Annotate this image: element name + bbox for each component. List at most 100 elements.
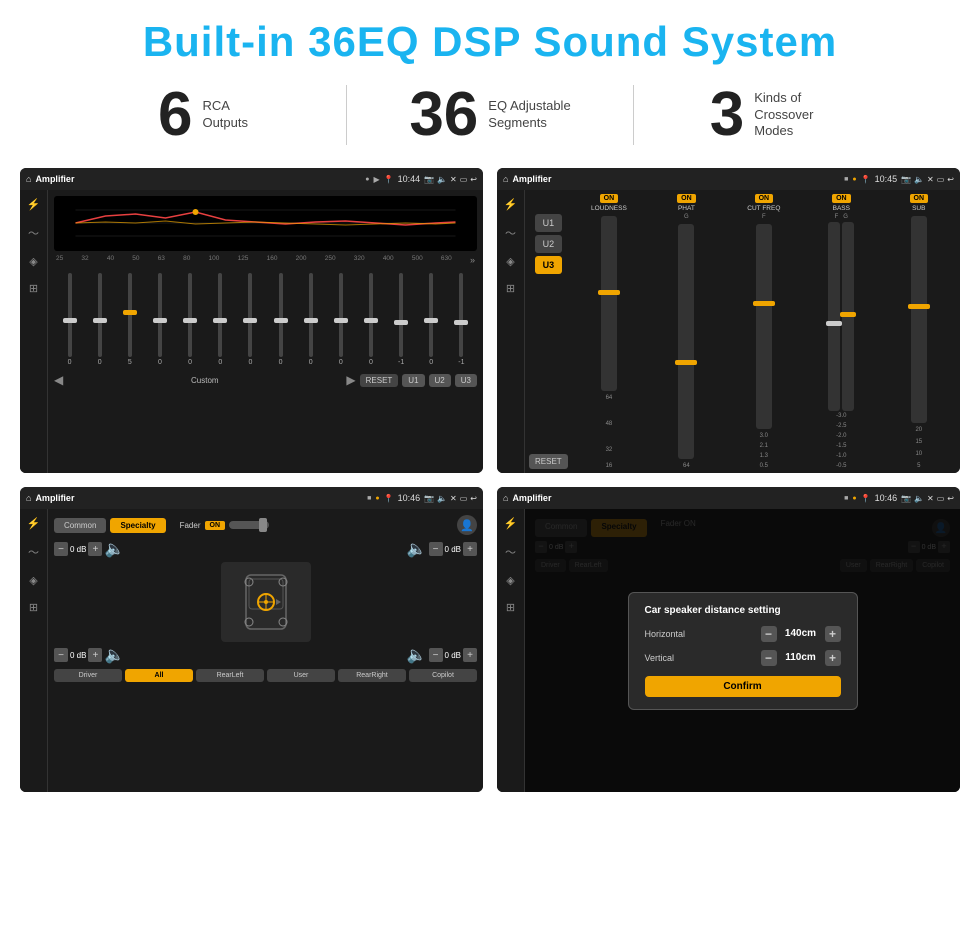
expand-icon[interactable]: ⊞ xyxy=(29,282,38,295)
screen4-topbar: ⌂ Amplifier ■ ● 📍 10:46 📷 🔈 ✕ ▭ ↩ xyxy=(497,487,960,509)
screen2-dot: ■ xyxy=(844,176,848,183)
slider-7[interactable]: 0 xyxy=(237,271,264,366)
u1-adv[interactable]: U1 xyxy=(535,214,563,232)
wave-icon-4[interactable]: 〜 xyxy=(505,544,516,560)
screen-eq: ⌂ Amplifier ● ▶ 📍 10:44 📷 🔈 ✕ ▭ ↩ ⚡ 〜 ◈ … xyxy=(20,168,483,473)
camera-icon-4: 📷 xyxy=(901,494,911,503)
screen3-main-area: Common Specialty Fader ON 👤 − 0 dB + xyxy=(48,509,483,792)
dialog-horizontal-plus[interactable]: + xyxy=(825,626,841,642)
back-icon[interactable]: ↩ xyxy=(470,175,477,184)
channels-area: ON LOUDNESS 64483216 ON PH xyxy=(572,194,956,469)
u2-button[interactable]: U2 xyxy=(429,374,451,387)
prev-button[interactable]: ◀ xyxy=(54,373,63,387)
loudness-on: ON xyxy=(600,194,619,203)
dialog-vertical-plus[interactable]: + xyxy=(825,650,841,666)
speaker-icon-3[interactable]: ◈ xyxy=(29,574,37,587)
expand-icon-3[interactable]: ⊞ xyxy=(29,601,38,614)
home-icon-2[interactable]: ⌂ xyxy=(503,174,508,184)
vol-br: 🔈 − 0 dB + xyxy=(314,645,478,665)
slider-3[interactable]: 5 xyxy=(116,271,143,366)
specialty-tab-3[interactable]: Specialty xyxy=(110,518,165,533)
home-icon-3[interactable]: ⌂ xyxy=(26,493,31,503)
screen2-location: 📍 xyxy=(861,175,871,184)
common-tab-3[interactable]: Common xyxy=(54,518,106,533)
vol-minus-tr[interactable]: − xyxy=(429,542,443,556)
profile-btn[interactable]: 👤 xyxy=(457,515,477,535)
slider-11[interactable]: 0 xyxy=(357,271,384,366)
wave-icon[interactable]: 〜 xyxy=(28,225,39,241)
stat-eq-number: 36 xyxy=(409,84,478,146)
eq-icon-2[interactable]: ⚡ xyxy=(504,198,518,211)
wave-icon-3[interactable]: 〜 xyxy=(28,544,39,560)
slider-1[interactable]: 0 xyxy=(56,271,83,366)
vol-plus-tl[interactable]: + xyxy=(88,542,102,556)
eq-icon-3[interactable]: ⚡ xyxy=(27,517,41,530)
stat-rca-label: RCAOutputs xyxy=(202,98,248,132)
stat-crossover: 3 Kinds ofCrossover Modes xyxy=(634,84,920,146)
slider-13[interactable]: 0 xyxy=(418,271,445,366)
wave-icon-2[interactable]: 〜 xyxy=(505,225,516,241)
vol-plus-br[interactable]: + xyxy=(463,648,477,662)
cutfreq-slider[interactable] xyxy=(756,224,772,429)
back-icon-4[interactable]: ↩ xyxy=(947,494,954,503)
slider-8[interactable]: 0 xyxy=(267,271,294,366)
dialog-horizontal-minus[interactable]: − xyxy=(761,626,777,642)
screen2-dot2: ● xyxy=(852,176,856,183)
close-icon-4[interactable]: ✕ xyxy=(927,494,934,503)
vol-minus-bl[interactable]: − xyxy=(54,648,68,662)
u1-button[interactable]: U1 xyxy=(402,374,424,387)
home-icon[interactable]: ⌂ xyxy=(26,174,31,184)
close-icon-3[interactable]: ✕ xyxy=(450,494,457,503)
screen2-inner: ⚡ 〜 ◈ ⊞ U1 U2 U3 RESET xyxy=(497,190,960,473)
vol-plus-bl[interactable]: + xyxy=(88,648,102,662)
expand-icon-2[interactable]: ⊞ xyxy=(506,282,515,295)
u2-adv[interactable]: U2 xyxy=(535,235,563,253)
speaker-icon-4[interactable]: ◈ xyxy=(506,574,514,587)
slider-12[interactable]: -1 xyxy=(388,271,415,366)
loudness-slider[interactable] xyxy=(601,216,617,391)
slider-4[interactable]: 0 xyxy=(146,271,173,366)
expand-icon-4[interactable]: ⊞ xyxy=(506,601,515,614)
speaker-icon-2[interactable]: ◈ xyxy=(506,255,514,268)
slider-2[interactable]: 0 xyxy=(86,271,113,366)
all-btn[interactable]: All xyxy=(125,669,193,682)
bottom-btns-3: Driver All RearLeft User RearRight Copil… xyxy=(54,669,477,682)
slider-10[interactable]: 0 xyxy=(327,271,354,366)
slider-5[interactable]: 0 xyxy=(177,271,204,366)
speaker-icon[interactable]: ◈ xyxy=(29,255,37,268)
reset-adv-btn[interactable]: RESET xyxy=(529,454,568,469)
rearright-btn[interactable]: RearRight xyxy=(338,669,406,682)
screen2-sidebar: ⚡ 〜 ◈ ⊞ xyxy=(497,190,525,473)
close-icon-2[interactable]: ✕ xyxy=(927,175,934,184)
back-icon-3[interactable]: ↩ xyxy=(470,494,477,503)
close-icon[interactable]: ✕ xyxy=(450,175,457,184)
dialog-horizontal-control: − 140cm + xyxy=(761,626,841,642)
vol-plus-tr[interactable]: + xyxy=(463,542,477,556)
slider-14[interactable]: -1 xyxy=(448,271,475,366)
slider-6[interactable]: 0 xyxy=(207,271,234,366)
rearleft-btn[interactable]: RearLeft xyxy=(196,669,264,682)
copilot-btn[interactable]: Copilot xyxy=(409,669,477,682)
eq-icon[interactable]: ⚡ xyxy=(27,198,41,211)
home-icon-4[interactable]: ⌂ xyxy=(503,493,508,503)
freq-labels: 2532405063 80100125160200 25032040050063… xyxy=(54,255,477,265)
slider-9[interactable]: 0 xyxy=(297,271,324,366)
confirm-button[interactable]: Confirm xyxy=(645,676,841,697)
stats-row: 6 RCAOutputs 36 EQ AdjustableSegments 3 … xyxy=(0,76,980,160)
user-btn[interactable]: User xyxy=(267,669,335,682)
vol-minus-br[interactable]: − xyxy=(429,648,443,662)
screen3-title: Amplifier xyxy=(35,493,74,503)
phat-slider[interactable] xyxy=(678,224,694,459)
sub-slider[interactable] xyxy=(911,216,927,423)
next-button[interactable]: ▶ xyxy=(346,373,355,387)
back-icon-2[interactable]: ↩ xyxy=(947,175,954,184)
reset-button[interactable]: RESET xyxy=(360,374,399,387)
u3-adv[interactable]: U3 xyxy=(535,256,563,274)
u3-button[interactable]: U3 xyxy=(455,374,477,387)
vol-minus-tl[interactable]: − xyxy=(54,542,68,556)
driver-btn[interactable]: Driver xyxy=(54,669,122,682)
dialog-vertical-minus[interactable]: − xyxy=(761,650,777,666)
eq-icon-4[interactable]: ⚡ xyxy=(504,517,518,530)
loudness-label: LOUDNESS xyxy=(591,205,627,212)
fader-slider[interactable] xyxy=(229,521,269,529)
